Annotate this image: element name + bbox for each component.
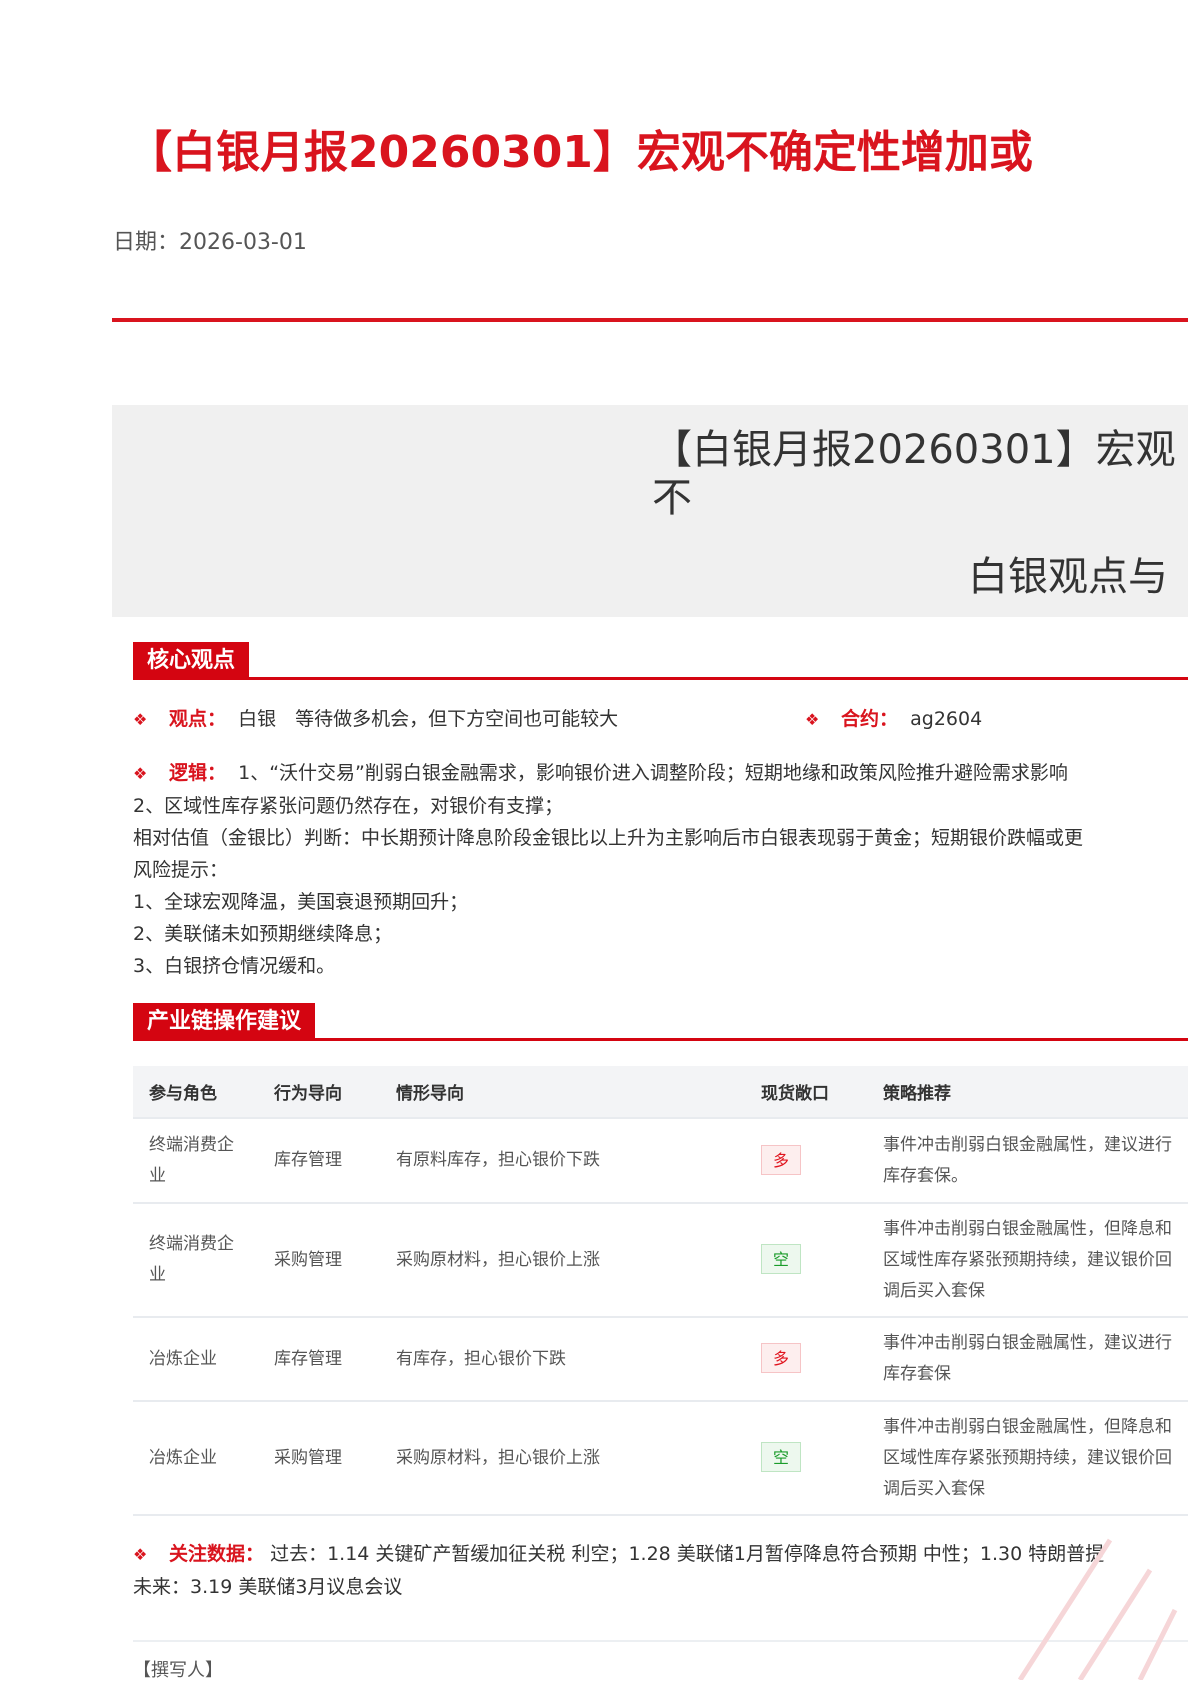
table-header: 参与角色 行为导向 情形导向 现货敞口 策略推荐	[133, 1066, 1188, 1119]
cell-scenario: 采购原材料，担心银价上涨	[380, 1401, 745, 1516]
logic-row: ❖ 逻辑： 1、“沃什交易”削弱白银金融需求，影响银价进入调整阶段；短期地缘和政策…	[133, 757, 1183, 790]
view-text: 白银 等待做多机会，但下方空间也可能较大	[238, 708, 619, 730]
logic-line: 相对估值（金银比）判断：中长期预计降息阶段金银比以上升为主影响后市白银表现弱于黄…	[133, 827, 1084, 849]
banner-subtitle: 白银观点与	[968, 554, 1168, 600]
header-divider	[112, 318, 1188, 322]
risk-line: 3、白银挤仓情况缓和。	[133, 955, 336, 977]
section-heading-chain: 产业链操作建议	[133, 1003, 316, 1039]
contract-value: ag2604	[910, 708, 983, 730]
exposure-tag: 多	[761, 1343, 801, 1373]
view-row: ❖ 观点： 白银 等待做多机会，但下方空间也可能较大	[133, 703, 618, 736]
logic-line: 1、“沃什交易”削弱白银金融需求，影响银价进入调整阶段；短期地缘和政策风险推升避…	[238, 762, 1068, 784]
section-underline	[133, 677, 1188, 680]
section-heading-core: 核心观点	[133, 642, 250, 678]
exposure-tag: 空	[761, 1442, 801, 1472]
author-label: 【撰写人】	[133, 1660, 223, 1681]
contract-row: ❖ 合约： ag2604	[805, 703, 982, 736]
risk-line: 2、美联储未如预期继续降息；	[133, 923, 393, 945]
cell-scenario: 采购原材料，担心银价上涨	[380, 1203, 745, 1318]
col-strategy: 策略推荐	[867, 1066, 1188, 1119]
col-exposure: 现货敞口	[745, 1066, 867, 1119]
page-title: 【白银月报20260301】宏观不确定性增加或	[128, 127, 1033, 178]
watermark-logo	[1017, 1538, 1178, 1680]
cell-scenario: 有原料库存，担心银价下跌	[380, 1118, 745, 1204]
exposure-tag: 多	[761, 1144, 801, 1175]
contract-label: 合约：	[841, 708, 899, 730]
cell-strategy: 事件冲击削弱白银金融属性，但降息和区域性库存紧张预期持续，建议银价回调后买入套保	[867, 1203, 1188, 1318]
date-label: 日期：	[113, 230, 180, 255]
col-scenario: 情形导向	[380, 1066, 745, 1119]
cell-scenario: 有库存，担心银价下跌	[380, 1317, 745, 1402]
logic-block: ❖ 逻辑： 1、“沃什交易”削弱白银金融需求，影响银价进入调整阶段；短期地缘和政策…	[133, 757, 1183, 982]
cell-action: 采购管理	[258, 1401, 380, 1516]
table-row: 冶炼企业 库存管理 有库存，担心银价下跌 多 事件冲击削弱白银金融属性，建议进行…	[133, 1317, 1188, 1402]
bullet-icon: ❖	[133, 710, 148, 729]
exposure-tag: 空	[761, 1244, 801, 1274]
cell-role: 终端消费企业	[133, 1118, 258, 1204]
watch-label: 关注数据：	[169, 1543, 265, 1565]
table-row: 冶炼企业 采购管理 采购原材料，担心银价上涨 空 事件冲击削弱白银金融属性，但降…	[133, 1401, 1188, 1516]
cell-strategy: 事件冲击削弱白银金融属性，但降息和区域性库存紧张预期持续，建议银价回调后买入套保	[867, 1401, 1188, 1516]
logic-label: 逻辑：	[169, 762, 227, 784]
chain-table: 参与角色 行为导向 情形导向 现货敞口 策略推荐 终端消费企业 库存管理 有原料…	[133, 1066, 1188, 1516]
bullet-icon: ❖	[133, 764, 148, 783]
table-row: 终端消费企业 采购管理 采购原材料，担心银价上涨 空 事件冲击削弱白银金融属性，…	[133, 1203, 1188, 1318]
cell-role: 冶炼企业	[133, 1317, 258, 1402]
col-role: 参与角色	[133, 1066, 258, 1119]
cell-action: 采购管理	[258, 1203, 380, 1318]
bullet-icon: ❖	[805, 710, 820, 729]
section-underline	[133, 1038, 1188, 1041]
cell-action: 库存管理	[258, 1118, 380, 1204]
date-value: 2026-03-01	[179, 230, 307, 255]
cell-strategy: 事件冲击削弱白银金融属性，建议进行库存套保	[867, 1317, 1188, 1402]
risk-heading: 风险提示：	[133, 859, 229, 881]
watch-past: 过去：1.14 关键矿产暂缓加征关税 利空；1.28 美联储1月暂停降息符合预期…	[270, 1543, 1105, 1565]
cell-strategy: 事件冲击削弱白银金融属性，建议进行库存套保。	[867, 1118, 1188, 1204]
view-label: 观点：	[169, 708, 227, 730]
col-action: 行为导向	[258, 1066, 380, 1119]
logic-line: 2、区域性库存紧张问题仍然存在，对银价有支撑；	[133, 795, 564, 817]
cell-role: 冶炼企业	[133, 1401, 258, 1516]
risk-line: 1、全球宏观降温，美国衰退预期回升；	[133, 891, 469, 913]
cell-action: 库存管理	[258, 1317, 380, 1402]
cell-role: 终端消费企业	[133, 1203, 258, 1318]
bullet-icon: ❖	[133, 1545, 148, 1564]
table-row: 终端消费企业 库存管理 有原料库存，担心银价下跌 多 事件冲击削弱白银金融属性，…	[133, 1118, 1188, 1204]
banner-title: 【白银月报20260301】宏观不	[652, 427, 1176, 521]
report-date: 日期：2026-03-01	[113, 224, 307, 256]
